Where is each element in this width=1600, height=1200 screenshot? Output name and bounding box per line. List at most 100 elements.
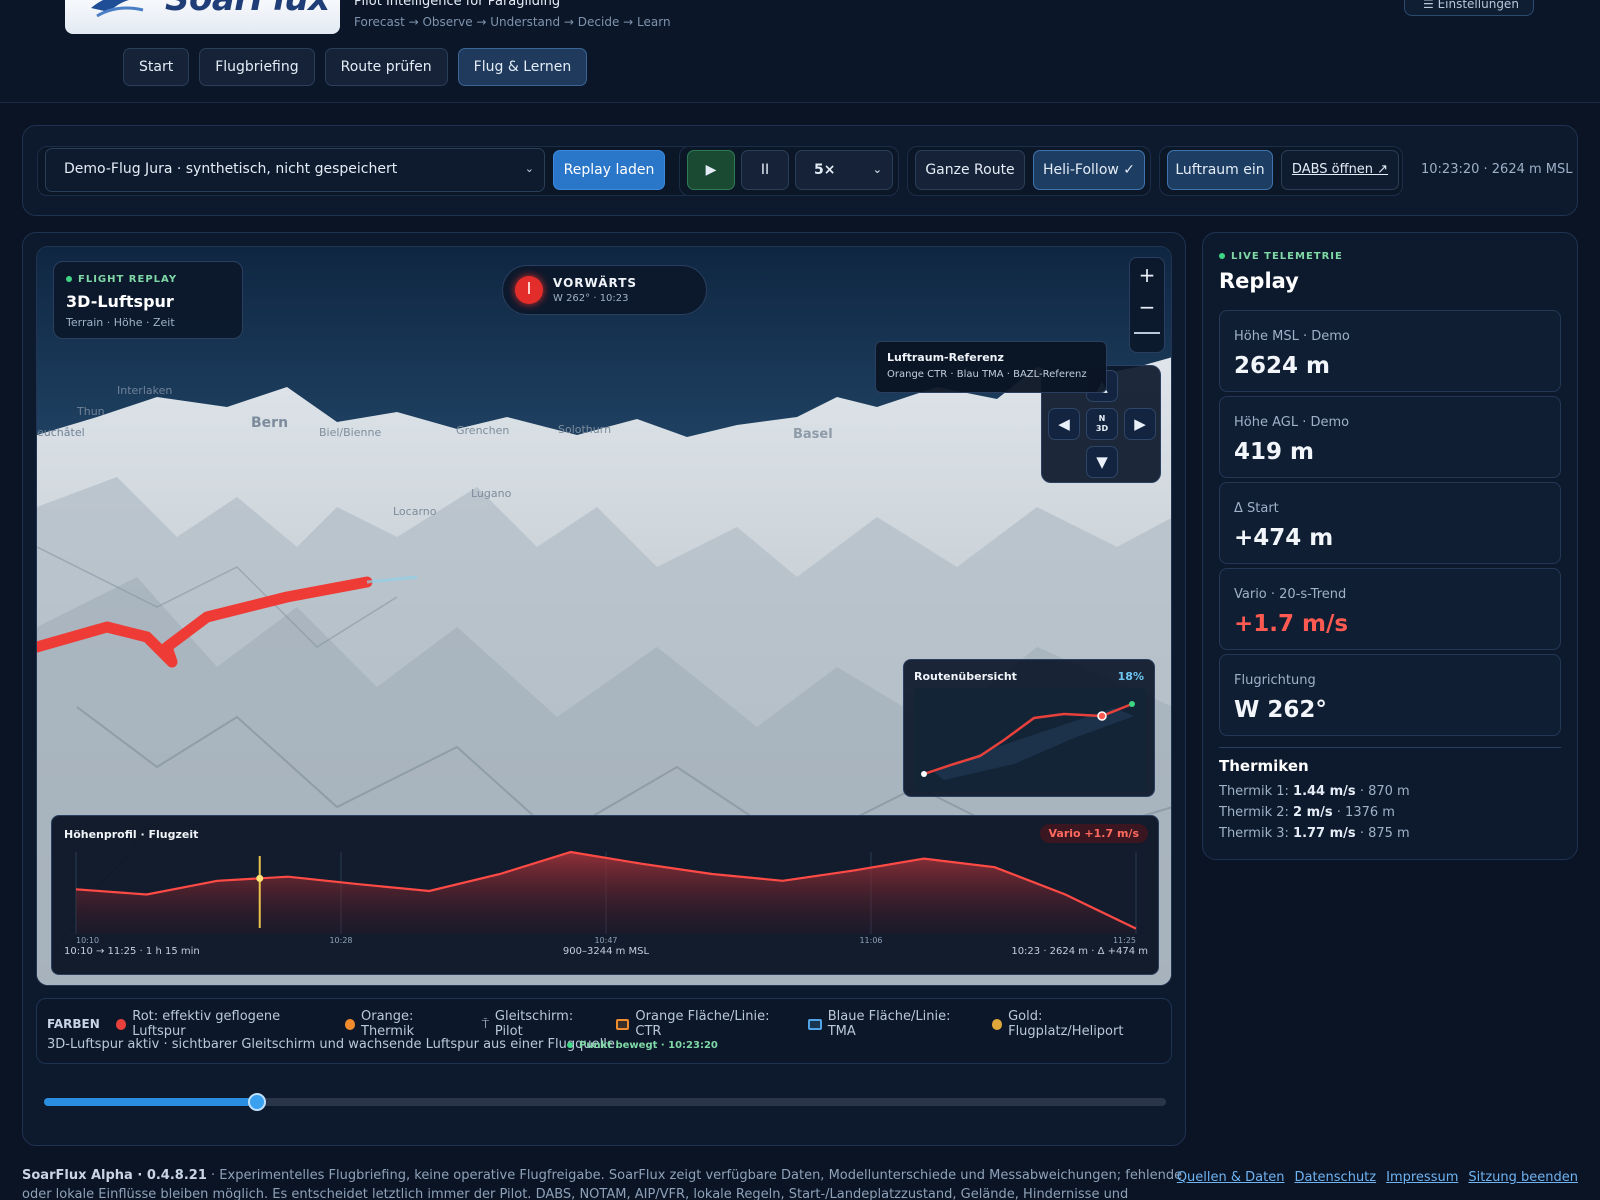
settings-button[interactable]: ☰ Einstellungen	[1404, 0, 1534, 16]
thermal-item: Thermik 2: 2 m/s · 1376 m	[1219, 802, 1410, 823]
footer-disclaimer: SoarFlux Alpha · 0.4.8.21 · Experimentel…	[22, 1166, 1202, 1200]
telemetry-label: Höhe AGL · Demo	[1234, 415, 1350, 430]
nav-start[interactable]: Start	[123, 48, 190, 86]
play-button[interactable]: ▶	[687, 150, 735, 190]
nav-flugbriefing[interactable]: Flugbriefing	[199, 48, 315, 86]
heli-follow-toggle[interactable]: Heli-Follow ✓	[1033, 150, 1145, 190]
nav-route-pruefen[interactable]: Route prüfen	[324, 48, 448, 86]
legend-status-text: 3D-Luftspur aktiv · sichtbarer Gleitschi…	[47, 1037, 619, 1052]
legend-label: Gold: Flugplatz/Heliport	[1008, 1009, 1124, 1039]
telemetry-card-msl: Höhe MSL · Demo 2624 m	[1219, 310, 1561, 392]
thermal-rate: 1.77 m/s	[1293, 826, 1356, 841]
nav-flug-lernen[interactable]: Flug & Lernen	[457, 48, 588, 86]
telemetry-card-vario: Vario · 20-s-Trend +1.7 m/s	[1219, 568, 1561, 650]
telemetry-value: +474 m	[1234, 525, 1334, 551]
thermal-alt: · 870 m	[1359, 784, 1410, 799]
telemetry-card-delta-start: Δ Start +474 m	[1219, 482, 1561, 564]
pause-button[interactable]: II	[741, 150, 789, 190]
direction-subtitle: W 262° · 10:23	[553, 293, 629, 304]
legend-item-ctr: Orange Fläche/Linie: CTR	[615, 1009, 792, 1039]
telemetry-panel: LIVE TELEMETRIE Replay Höhe MSL · Demo 2…	[1202, 232, 1578, 860]
legend-item-airfield: Gold: Flugplatz/Heliport	[991, 1009, 1155, 1039]
paraglider-icon: ⍑	[481, 1016, 489, 1031]
direction-indicator: VORWÄRTS W 262° · 10:23	[502, 265, 707, 315]
reset-north-3d-button[interactable]: N 3D	[1086, 408, 1118, 440]
point-moved-indicator: Punkt bewegt · 10:23:20	[567, 1040, 718, 1051]
place-label-locarno: Locarno	[393, 505, 437, 518]
dabs-open-link[interactable]: DABS öffnen ↗	[1281, 150, 1399, 190]
telemetry-value: W 262°	[1234, 697, 1327, 723]
telemetry-value: 419 m	[1234, 439, 1314, 465]
telemetry-label: Δ Start	[1234, 501, 1279, 516]
place-label-grenchen: Grenchen	[456, 424, 510, 437]
footer-links: Quellen & Daten Datenschutz Impressum Si…	[1177, 1170, 1578, 1185]
gold-dot-icon	[991, 1018, 1003, 1030]
route-current-marker	[1097, 711, 1107, 721]
orange-dot-icon	[344, 1018, 355, 1030]
brand-logo[interactable]: SoarFlux	[65, 0, 340, 34]
profile-current: 10:23 · 2624 m · Δ +474 m	[1011, 946, 1148, 957]
point-moved-label: Punkt bewegt · 10:23:20	[579, 1040, 718, 1051]
flight-select[interactable]: Demo-Flug Jura · synthetisch, nicht gesp…	[45, 148, 545, 192]
zoom-in-button[interactable]: +	[1130, 260, 1164, 290]
thermal-label: Thermik 1:	[1219, 784, 1289, 799]
zoom-out-button[interactable]: −	[1130, 292, 1164, 322]
compass-3d-label: 3D	[1095, 424, 1109, 433]
footer-link-imprint[interactable]: Impressum	[1386, 1170, 1458, 1185]
speed-select[interactable]: 5× ⌄	[795, 150, 893, 190]
status-dot-icon	[567, 1042, 573, 1048]
profile-tick-label: 11:06	[859, 936, 882, 945]
legend-item-tma: Blaue Fläche/Linie: TMA	[808, 1009, 975, 1039]
telemetry-label: Flugrichtung	[1234, 673, 1316, 688]
replay-load-button[interactable]: Replay laden	[553, 150, 665, 190]
brand-tagline: Pilot Intelligence for Paragliding	[354, 0, 561, 9]
telemetry-card-agl: Höhe AGL · Demo 419 m	[1219, 396, 1561, 478]
status-dot-icon	[66, 276, 72, 282]
direction-title: VORWÄRTS	[553, 276, 638, 290]
chevron-down-icon: ⌄	[872, 163, 882, 176]
airspace-ref-title: Luftraum-Referenz	[887, 351, 1004, 364]
main-nav: Start Flugbriefing Route prüfen Flug & L…	[123, 48, 588, 86]
telemetry-label: Vario · 20-s-Trend	[1234, 587, 1347, 602]
legend-label: Blaue Fläche/Linie: TMA	[827, 1009, 951, 1039]
telemetry-eyebrow: LIVE TELEMETRIE	[1219, 251, 1343, 262]
thermal-label: Thermik 2:	[1219, 805, 1289, 820]
place-label-thun: Thun	[77, 405, 105, 418]
legend-label: Orange: Thermik	[361, 1009, 415, 1039]
red-dot-icon	[115, 1018, 127, 1030]
replay-toolbar: Demo-Flug Jura · synthetisch, nicht gesp…	[22, 125, 1578, 216]
thermal-rate: 2 m/s	[1293, 805, 1333, 820]
thermal-rate: 1.44 m/s	[1293, 784, 1356, 799]
chevron-down-icon: ⌄	[524, 162, 534, 175]
airspace-toggle[interactable]: Luftraum ein	[1167, 150, 1273, 190]
pan-left-button[interactable]: ◀	[1048, 408, 1080, 440]
thermal-item: Thermik 1: 1.44 m/s · 870 m	[1219, 781, 1410, 802]
footer-link-logout[interactable]: Sitzung beenden	[1468, 1170, 1578, 1185]
footer-link-privacy[interactable]: Datenschutz	[1294, 1170, 1376, 1185]
arrow-down-icon: ▼	[1096, 453, 1108, 471]
speed-value: 5×	[814, 162, 836, 178]
timeline-slider[interactable]	[44, 1093, 1166, 1111]
whole-route-button[interactable]: Ganze Route	[915, 150, 1025, 190]
flight-select-value: Demo-Flug Jura · synthetisch, nicht gesp…	[64, 161, 398, 177]
route-overview-minimap[interactable]: Routenübersicht 18%	[903, 659, 1155, 797]
route-end-marker	[1129, 701, 1135, 707]
airspace-ref-subtitle: Orange CTR · Blau TMA · BAZL-Referenz	[887, 369, 1087, 380]
flight-replay-title: 3D-Luftspur	[66, 292, 174, 311]
thermal-label: Thermik 3:	[1219, 826, 1289, 841]
route-overview-title: Routenübersicht	[914, 670, 1017, 683]
tilt-icon[interactable]	[1134, 332, 1160, 334]
pan-down-button[interactable]: ▼	[1086, 446, 1118, 478]
thermals-title: Thermiken	[1219, 757, 1309, 775]
profile-tick-label: 10:47	[594, 936, 617, 945]
telemetry-value: +1.7 m/s	[1234, 611, 1349, 637]
legend-item-thermal: Orange: Thermik	[344, 1009, 466, 1039]
altitude-profile-chart[interactable]: Höhenprofil · Flugzeit Vario +1.7 m/s 10…	[51, 815, 1159, 975]
telemetry-label: Höhe MSL · Demo	[1234, 329, 1350, 344]
terrain-map-3d[interactable]: Interlaken Thun euchâtel Bern Biel/Bienn…	[36, 246, 1172, 986]
place-label-solothurn: Solothurn	[558, 423, 612, 436]
glider-logo-icon	[91, 0, 153, 18]
pan-right-button[interactable]: ▶	[1124, 408, 1156, 440]
thermals-list: Thermik 1: 1.44 m/s · 870 m Thermik 2: 2…	[1219, 781, 1410, 844]
footer-link-sources[interactable]: Quellen & Daten	[1177, 1170, 1285, 1185]
